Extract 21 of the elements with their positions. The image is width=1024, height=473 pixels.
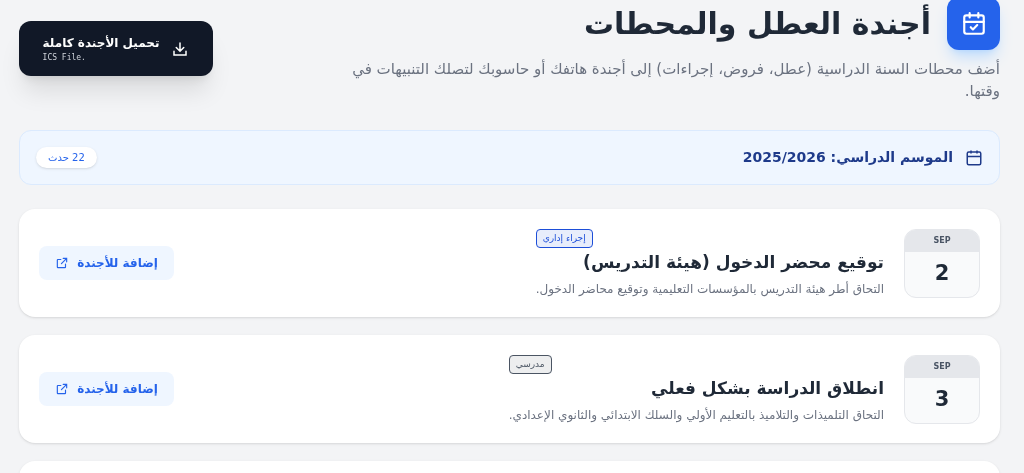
- calendar-check-icon: [960, 10, 987, 37]
- page-description: أضف محطات السنة الدراسية (عطل، فروض، إجراءات) إلى أجندة هاتفك أو حاسوبك لتصلك التنبيهات في وقتها.: [351, 58, 1000, 102]
- event-count: 22 حدث: [36, 147, 97, 168]
- external-link-icon: [55, 256, 70, 270]
- event-title: انطلاق الدراسة بشكل فعلي: [651, 377, 884, 401]
- category-tag: إجراء إداري: [535, 228, 593, 248]
- add-to-calendar-button[interactable]: إضافة للأجندة: [39, 246, 174, 280]
- category-tag: مدرسي: [508, 354, 552, 374]
- external-link-icon: [55, 382, 70, 396]
- event-title: توقيع محضر الدخول (هيئة التدريس): [583, 251, 884, 275]
- download-icon: [171, 39, 190, 58]
- add-to-calendar-button[interactable]: إضافة للأجندة: [39, 372, 174, 406]
- event-description: التحاق التلميذات والتلاميذ بالتعليم الأولي والسلك الابتدائي والثانوي الإعدادي.: [508, 406, 884, 424]
- calendar-icon: [965, 148, 983, 167]
- page-title: أجندة العطل والمحطات: [583, 3, 931, 44]
- month-label: SEP: [933, 234, 951, 247]
- event-description: التحاق أطر هيئة التدريس بالمؤسسات التعليمية وتوقيع محاضر الدخول.: [535, 280, 884, 298]
- day-number: 3: [934, 386, 950, 414]
- month-label: SEP: [933, 360, 951, 373]
- day-number: 2: [934, 260, 950, 288]
- season-label: الموسم الدراسي: 2025/2026: [742, 148, 953, 168]
